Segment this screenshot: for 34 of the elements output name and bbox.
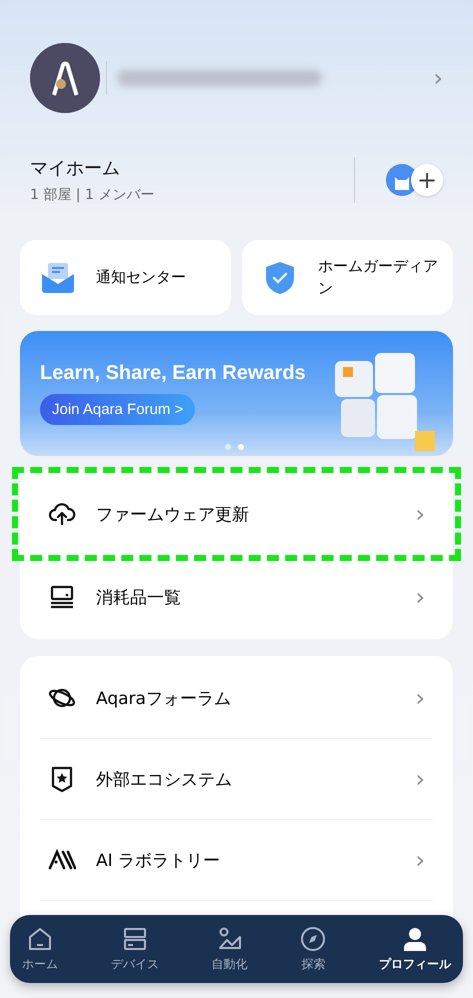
banner-title: Learn, Share, Earn Rewards: [40, 362, 306, 385]
carousel-dot[interactable]: [238, 444, 244, 450]
chevron-icon: ›: [415, 767, 425, 791]
tab[interactable]: デバイス: [106, 915, 163, 983]
menu-row[interactable]: 外部エコシステム ›: [20, 739, 453, 819]
forum-banner[interactable]: Learn, Share, Earn Rewards Join Aqara Forum >: [20, 331, 453, 456]
chevron-icon: ›: [415, 686, 425, 710]
carousel-dot[interactable]: [224, 444, 230, 450]
home-icon: [27, 926, 53, 952]
chevron-icon: ›: [415, 502, 425, 526]
add-member-button[interactable]: +: [411, 164, 443, 196]
tray-icon: [48, 583, 76, 611]
menu-row[interactable]: ファームウェア更新 ›: [16, 471, 457, 557]
cloud-upload-icon: [48, 500, 76, 528]
tab[interactable]: 自動化: [208, 915, 252, 983]
join-forum-button[interactable]: Join Aqara Forum >: [40, 394, 196, 425]
automation-icon: [216, 926, 242, 952]
devices-icon: [122, 926, 148, 952]
avatar-logo-icon[interactable]: [30, 43, 100, 113]
shortcut-card[interactable]: 通知センター: [20, 240, 231, 315]
tab[interactable]: プロフィール: [375, 915, 455, 983]
compass-icon: [300, 926, 326, 952]
menu-row[interactable]: Aqaraフォーラム ›: [20, 658, 453, 738]
chevron-icon: ›: [415, 848, 425, 872]
menu-row[interactable]: 消耗品一覧 ›: [20, 557, 453, 637]
profile-icon: [402, 926, 428, 952]
home-name: マイホーム: [30, 157, 121, 180]
home-summary: 1 部屋 | 1 メンバー: [30, 186, 154, 204]
chevron-icon: ›: [433, 66, 443, 90]
tab[interactable]: ホーム: [18, 915, 62, 983]
chevron-icon: ›: [415, 585, 425, 609]
menu-row[interactable]: AI ラボラトリー ›: [20, 820, 453, 900]
shortcut-card[interactable]: ホームガーディアン: [242, 240, 453, 315]
tab[interactable]: 探索: [296, 915, 330, 983]
